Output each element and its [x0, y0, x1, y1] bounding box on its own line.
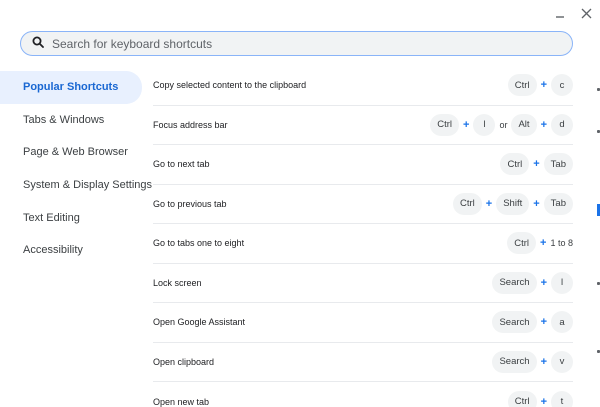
- shortcut-description: Open Google Assistant: [153, 317, 246, 328]
- key-l: l: [551, 271, 573, 294]
- shortcut-description: Focus address bar: [153, 119, 228, 130]
- shortcut-keys: Ctrl + t: [507, 390, 573, 407]
- shortcut-row: Go to tabs one to eight Ctrl +1 to 8: [153, 224, 573, 264]
- window-controls: [552, 4, 594, 22]
- sidebar-item-accessibility[interactable]: Accessibility: [0, 234, 142, 267]
- shortcut-description: Go to previous tab: [153, 198, 227, 209]
- key-tab: Tab: [543, 192, 573, 215]
- key-ctrl: Ctrl: [507, 232, 537, 255]
- plus-separator: +: [540, 237, 547, 250]
- plus-separator: +: [463, 118, 470, 131]
- plus-separator: +: [533, 158, 540, 171]
- search-bar[interactable]: [20, 31, 573, 56]
- shortcut-row: Copy selected content to the clipboard Ct…: [153, 66, 573, 106]
- key-search: Search: [492, 350, 537, 373]
- search-input[interactable]: [52, 36, 572, 51]
- minimize-icon[interactable]: [552, 4, 568, 22]
- key-tab: Tab: [543, 153, 573, 176]
- or-separator: or: [499, 119, 508, 130]
- shortcut-keys: Ctrl + l or Alt + d: [430, 113, 573, 136]
- shortcut-description: Lock screen: [153, 277, 202, 288]
- shortcut-keys: Ctrl + Shift + Tab: [453, 192, 573, 215]
- plus-separator: +: [540, 355, 547, 368]
- shortcut-keys: Search + v: [492, 350, 573, 373]
- shortcut-row: Go to previous tab Ctrl + Shift + Tab: [153, 185, 573, 224]
- shortcut-description: Go to next tab: [153, 159, 210, 170]
- key-ctrl: Ctrl: [500, 153, 530, 176]
- shortcut-keys: Ctrl + Tab: [500, 153, 573, 176]
- close-icon[interactable]: [578, 4, 594, 22]
- key-search: Search: [492, 271, 537, 294]
- sidebar-item-tabs-and-windows[interactable]: Tabs & Windows: [0, 104, 142, 137]
- shortcut-keys: Ctrl + c: [507, 74, 573, 97]
- key-alt: Alt: [511, 113, 537, 136]
- plus-separator: +: [540, 395, 547, 407]
- plus-separator: +: [540, 79, 547, 92]
- shortcut-row: Focus address bar Ctrl + l or Alt + d: [153, 106, 573, 145]
- plus-separator: +: [540, 316, 547, 329]
- key-v: v: [551, 350, 573, 373]
- key-a: a: [551, 311, 573, 334]
- shortcut-row: Go to next tab Ctrl + Tab: [153, 145, 573, 185]
- shortcut-description: Copy selected content to the clipboard: [153, 80, 307, 91]
- sidebar-item-popular-shortcuts[interactable]: Popular Shortcuts: [0, 71, 142, 104]
- shortcut-row: Open Google Assistant Search + a: [153, 303, 573, 343]
- key-t: t: [551, 390, 573, 407]
- key-ctrl: Ctrl: [507, 390, 537, 407]
- plus-separator: +: [533, 197, 540, 210]
- shortcut-list: Copy selected content to the clipboard Ct…: [153, 66, 573, 407]
- key-shift: Shift: [496, 192, 530, 215]
- key-ctrl: Ctrl: [507, 74, 537, 97]
- key-ctrl: Ctrl: [430, 113, 460, 136]
- plus-separator: +: [540, 118, 547, 131]
- plus-separator: +: [485, 197, 493, 210]
- shortcut-description: Go to tabs one to eight: [153, 238, 245, 249]
- sidebar: Popular Shortcuts Tabs & Windows Page & We…: [0, 71, 152, 267]
- key-search: Search: [492, 311, 537, 334]
- shortcut-keys: Ctrl +1 to 8: [507, 232, 573, 255]
- shortcut-keys: Search + a: [492, 311, 573, 334]
- key-l: l: [473, 113, 496, 136]
- background-window-edge: [596, 60, 600, 407]
- sidebar-item-system-and-display-settings[interactable]: System & Display Settings: [0, 169, 152, 202]
- shortcut-row: Lock screen Search + l: [153, 264, 573, 303]
- key-c: c: [551, 74, 573, 97]
- shortcut-row: Open clipboard Search + v: [153, 343, 573, 382]
- shortcut-description: Open new tab: [153, 396, 210, 407]
- shortcut-description: Open clipboard: [153, 356, 215, 367]
- key-ctrl: Ctrl: [453, 192, 482, 215]
- shortcut-row: Open new tab Ctrl + t: [153, 382, 573, 407]
- shortcut-keys: Search + l: [492, 271, 573, 294]
- plus-separator: +: [540, 276, 547, 289]
- key-range-text: 1 to 8: [550, 238, 573, 249]
- sidebar-item-text-editing[interactable]: Text Editing: [0, 201, 142, 234]
- sidebar-item-page-and-web-browser[interactable]: Page & Web Browser: [0, 136, 142, 169]
- key-d: d: [551, 113, 573, 136]
- search-icon: [32, 35, 44, 53]
